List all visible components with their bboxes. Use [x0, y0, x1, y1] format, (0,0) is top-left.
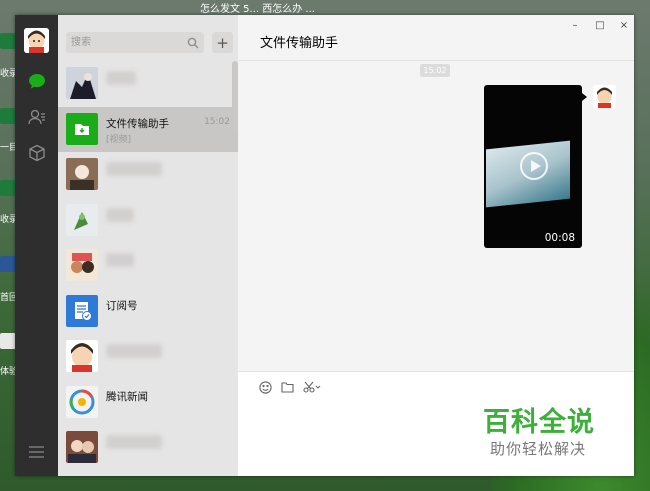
chat-item-contact-5[interactable] — [58, 334, 238, 380]
self-avatar[interactable] — [593, 85, 616, 108]
contact-avatar — [66, 67, 98, 99]
favorites-cube-icon[interactable] — [26, 142, 47, 163]
desktop-label: 一目 合说 — [0, 143, 16, 153]
navigation-bar — [15, 15, 58, 476]
word-file-icon[interactable] — [0, 256, 16, 272]
chat-icon[interactable] — [26, 71, 47, 92]
blurred-name — [106, 253, 134, 267]
chat-preview: [视频] — [106, 134, 132, 145]
blurred-name — [106, 162, 162, 176]
conversation-panel: 文件传输助手 – □ × 15:02 00:08 百科全说 助你轻松解决 — [238, 15, 634, 476]
search-row: 搜索 + — [66, 32, 233, 53]
blurred-name — [106, 344, 162, 358]
contact-avatar — [66, 203, 98, 236]
chat-list-panel: 搜索 + 文件传输助手 [视频] 15:02 订阅号 腾讯新闻 — [58, 15, 238, 476]
play-icon[interactable] — [520, 152, 548, 180]
conversation-header: 文件传输助手 – □ × — [238, 15, 634, 61]
desktop-label: 首回 — [0, 293, 16, 303]
message-timestamp: 15:02 — [420, 64, 450, 77]
contacts-icon[interactable] — [26, 106, 47, 127]
add-chat-button[interactable]: + — [212, 32, 233, 53]
chat-item-contact-2[interactable] — [58, 152, 238, 198]
blurred-name — [106, 71, 136, 85]
video-duration: 00:08 — [544, 232, 575, 244]
excel-file-icon[interactable] — [0, 180, 16, 196]
chat-name: 文件传输助手 — [106, 117, 169, 130]
screenshot-scissors-icon[interactable] — [302, 380, 322, 394]
chat-item-subscriptions[interactable]: 订阅号 — [58, 289, 238, 335]
excel-file-icon[interactable] — [0, 33, 16, 49]
chat-list: 文件传输助手 [视频] 15:02 订阅号 腾讯新闻 — [58, 61, 238, 471]
menu-icon[interactable] — [29, 443, 44, 462]
document-file-icon[interactable] — [0, 333, 16, 349]
contact-avatar — [66, 340, 98, 372]
minimize-button[interactable]: – — [567, 17, 583, 33]
emoji-icon[interactable] — [258, 380, 272, 394]
search-icon — [187, 36, 199, 49]
wechat-window: 搜索 + 文件传输助手 [视频] 15:02 订阅号 腾讯新闻 文件传输助手 –… — [15, 15, 634, 476]
chat-item-tencent-news[interactable]: 腾讯新闻 — [58, 380, 238, 426]
watermark-title: 百科全说 — [483, 407, 595, 438]
desktop-label: 体验 邦 — [0, 367, 16, 377]
video-message[interactable]: 00:08 — [484, 85, 582, 248]
chat-item-contact-1[interactable] — [58, 61, 238, 107]
chat-item-file-transfer[interactable]: 文件传输助手 [视频] 15:02 — [58, 106, 238, 152]
contact-avatar — [66, 431, 98, 463]
chat-item-contact-6[interactable] — [58, 425, 238, 471]
file-transfer-avatar — [66, 112, 98, 145]
message-input-area[interactable]: 百科全说 助你轻松解决 — [238, 371, 634, 476]
chat-item-contact-3[interactable] — [58, 198, 238, 244]
chat-name: 腾讯新闻 — [106, 390, 148, 403]
chat-name: 订阅号 — [106, 299, 138, 312]
search-input[interactable]: 搜索 — [66, 32, 204, 53]
user-avatar[interactable] — [24, 28, 49, 53]
blurred-name — [106, 435, 162, 449]
close-button[interactable]: × — [616, 17, 632, 33]
contact-avatar — [66, 249, 98, 281]
chat-item-contact-4[interactable] — [58, 243, 238, 289]
maximize-button[interactable]: □ — [592, 17, 608, 33]
subscriptions-icon — [66, 294, 98, 327]
contact-avatar — [66, 158, 98, 190]
desktop-label: 收录 — [0, 69, 16, 79]
excel-file-icon[interactable] — [0, 108, 16, 124]
folder-icon[interactable] — [280, 380, 294, 394]
blurred-name — [106, 207, 134, 222]
desktop-top-text: 怎么发文 5... 西怎么办 ... — [200, 4, 315, 14]
watermark-subtitle: 助你轻松解决 — [490, 440, 587, 458]
search-placeholder: 搜索 — [71, 37, 91, 48]
desktop-label: 收录 — [0, 215, 16, 225]
conversation-title: 文件传输助手 — [260, 36, 339, 51]
tencent-news-icon — [66, 385, 98, 418]
chat-time: 15:02 — [204, 116, 230, 127]
bubble-tail — [582, 93, 587, 101]
